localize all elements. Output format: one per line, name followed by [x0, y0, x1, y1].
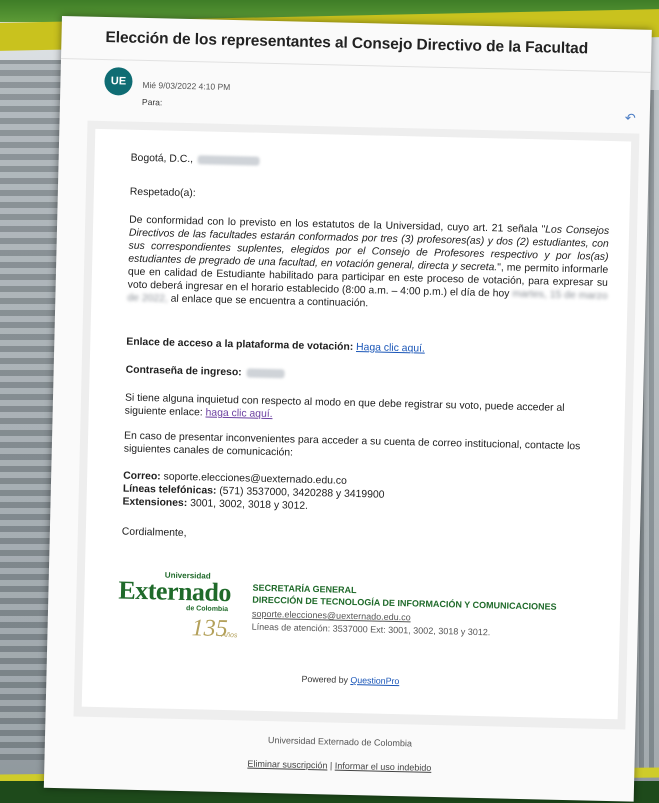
access-label: Enlace de acceso a la plataforma de vota…	[126, 336, 354, 353]
email-subject: Elección de los representantes al Consej…	[105, 29, 589, 58]
reply-icon[interactable]: ↶	[625, 110, 636, 126]
logo-externado: Externado	[118, 575, 232, 608]
report-abuse-link[interactable]: Informar el uso indebido	[335, 761, 432, 773]
powered-by: Powered by QuestionPro	[82, 669, 618, 692]
sender-avatar[interactable]: UE	[104, 67, 133, 96]
email-window: Elección de los representantes al Consej…	[43, 16, 652, 802]
access-line: Enlace de acceso a la plataforma de vota…	[126, 336, 606, 360]
contact-extensions-label: Extensiones:	[122, 496, 188, 510]
contact-email-label: Correo:	[123, 470, 161, 483]
header-divider	[60, 57, 651, 73]
password-line: Contraseña de ingreso:	[126, 364, 606, 388]
questionpro-link[interactable]: QuestionPro	[350, 675, 399, 686]
para1-end: al enlace que se encuentra a continuació…	[170, 293, 369, 310]
email-to-label: Para:	[141, 96, 163, 108]
blurred-date	[197, 154, 261, 166]
powered-prefix: Powered by	[301, 673, 349, 685]
password-label: Contraseña de ingreso:	[125, 364, 242, 379]
signature-phones: Líneas de atención: 3537000 Ext: 3001, 3…	[251, 621, 491, 638]
unsubscribe-link[interactable]: Eliminar suscripción	[247, 759, 327, 771]
footer-organization: Universidad Externado de Colombia	[267, 735, 413, 749]
signature-secretaria: SECRETARÍA GENERAL	[252, 582, 357, 596]
logo-de-colombia: de Colombia	[185, 605, 229, 614]
logo-anos: Años	[221, 631, 238, 640]
message-body: Bogotá, D.C., Respetado(a): De conformid…	[81, 128, 632, 720]
contact-phones-label: Líneas telefónicas:	[122, 483, 217, 497]
message-body-frame: Bogotá, D.C., Respetado(a): De conformid…	[73, 120, 640, 730]
footer-links: Eliminar suscripción | Informar el uso i…	[44, 754, 634, 778]
help-link[interactable]: haga clic aquí.	[205, 407, 272, 420]
main-paragraph: De conformidad con lo previsto en los es…	[127, 214, 609, 316]
help-paragraph: Si tiene alguna inquietud con respecto a…	[125, 392, 605, 429]
closing: Cordialmente,	[121, 526, 187, 540]
help-text: Si tiene alguna inquietud con respecto a…	[124, 392, 565, 419]
university-logo: Universidad Externado de Colombia 135 Añ…	[117, 569, 259, 662]
footer-separator: |	[329, 760, 333, 771]
problems-paragraph: En caso de presentar inconvenientes para…	[123, 430, 581, 459]
city-text: Bogotá, D.C.,	[130, 152, 194, 166]
email-date: Mié 9/03/2022 4:10 PM	[142, 79, 231, 92]
voting-access-link[interactable]: Haga clic aquí.	[356, 342, 425, 355]
signature-email-link[interactable]: soporte.elecciones@uexternado.edu.co	[252, 609, 411, 623]
contact-extensions-value: 3001, 3002, 3018 y 3012.	[189, 498, 309, 512]
greeting: Respetado(a):	[129, 186, 196, 200]
sender-initials: UE	[110, 75, 127, 88]
blurred-password	[246, 368, 285, 379]
city-date-line: Bogotá, D.C.,	[131, 152, 611, 176]
